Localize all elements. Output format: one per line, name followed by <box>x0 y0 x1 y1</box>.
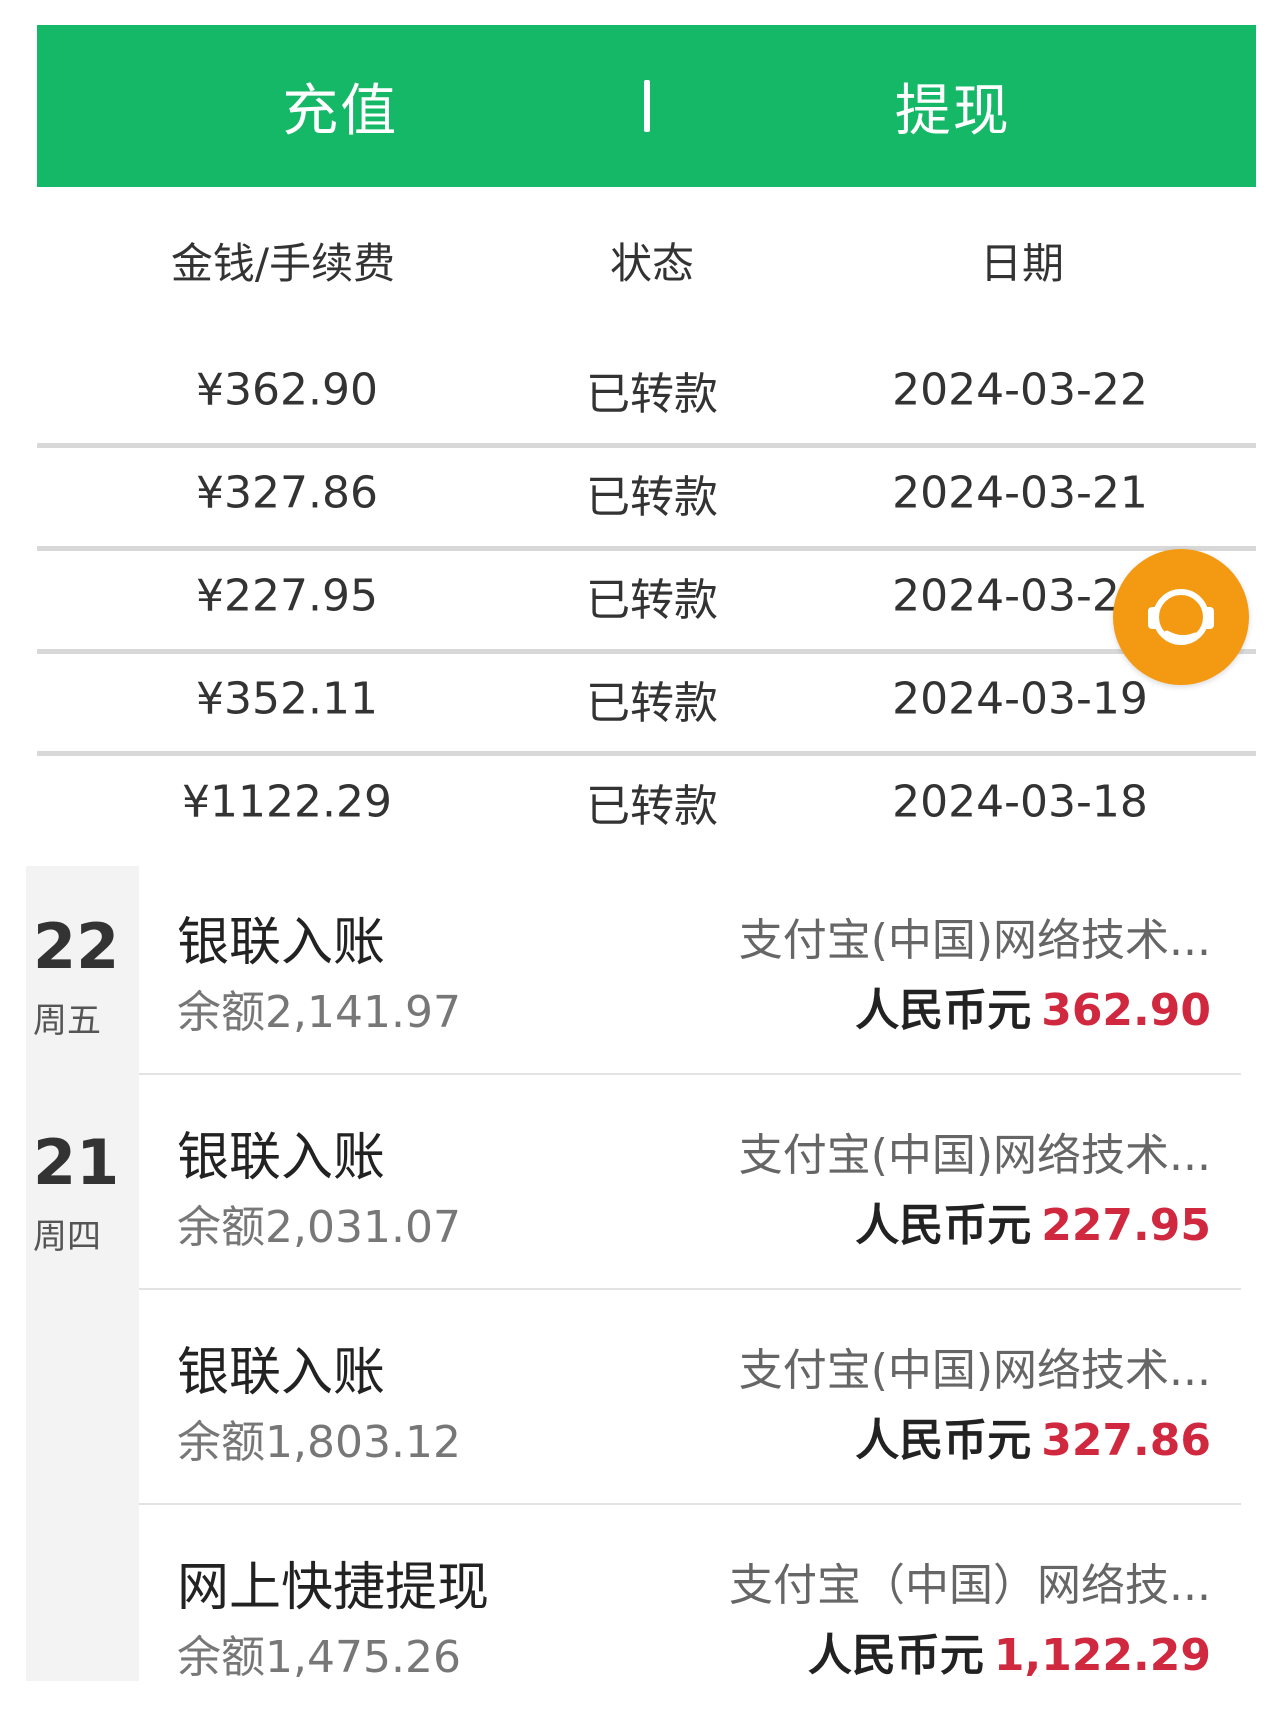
column-header-status: 状态 <box>609 239 695 288</box>
withdrawal-table-header: 金钱/手续费 状态 日期 <box>0 230 1280 300</box>
table-row[interactable]: ¥362.90 已转款 2024-03-22 <box>0 340 1280 440</box>
transaction-value: 327.86 <box>1041 1415 1211 1466</box>
withdrawal-date: 2024-03-18 <box>892 776 1148 828</box>
transaction-currency: 人民币元 <box>855 1200 1032 1251</box>
transaction-currency: 人民币元 <box>855 1415 1032 1466</box>
withdrawal-status: 已转款 <box>586 781 718 832</box>
column-header-date: 日期 <box>979 239 1065 288</box>
transaction-amount: 人民币元 1,122.29 <box>808 1619 1211 1683</box>
transaction-balance: 余额1,803.12 <box>177 1417 461 1468</box>
tab-recharge[interactable]: 充值 <box>37 66 644 147</box>
date-day: 21 <box>33 1126 120 1199</box>
transaction-balance: 余额1,475.26 <box>177 1632 461 1683</box>
transaction-merchant: 支付宝(中国)网络技术... <box>738 1130 1211 1181</box>
customer-service-button[interactable] <box>1113 549 1249 685</box>
withdrawal-status: 已转款 <box>586 472 718 523</box>
tab-bar: 充值 提现 <box>37 25 1256 187</box>
transaction-merchant: 支付宝(中国)网络技术... <box>738 1345 1211 1396</box>
transaction-title: 银联入账 <box>177 1128 386 1188</box>
tab-withdraw[interactable]: 提现 <box>650 66 1257 147</box>
transaction-value: 1,122.29 <box>993 1630 1211 1681</box>
transaction-balance: 余额2,141.97 <box>177 987 461 1038</box>
transaction-title: 银联入账 <box>177 913 386 973</box>
transaction-amount: 人民币元 362.90 <box>855 974 1211 1038</box>
withdrawal-status: 已转款 <box>586 678 718 729</box>
list-item[interactable]: 银联入账 余额2,031.07 支付宝(中国)网络技术... 人民币元 227.9… <box>139 1075 1241 1290</box>
withdrawal-status: 已转款 <box>586 575 718 626</box>
transaction-merchant: 支付宝(中国)网络技术... <box>738 915 1211 966</box>
table-row[interactable]: ¥227.95 已转款 2024-03-20 <box>0 546 1280 646</box>
withdrawal-date: 2024-03-21 <box>892 467 1148 519</box>
date-weekday: 周五 <box>33 1001 101 1041</box>
transaction-merchant: 支付宝（中国）网络技... <box>729 1560 1211 1611</box>
transaction-title: 银联入账 <box>177 1343 386 1403</box>
transaction-value: 227.95 <box>1041 1200 1211 1251</box>
date-day: 22 <box>33 910 120 983</box>
list-item[interactable]: 银联入账 余额1,803.12 支付宝(中国)网络技术... 人民币元 327.8… <box>139 1290 1241 1505</box>
withdrawal-amount: ¥362.90 <box>196 364 378 416</box>
column-header-amount: 金钱/手续费 <box>170 239 396 288</box>
transaction-currency: 人民币元 <box>855 985 1032 1036</box>
withdrawal-amount: ¥327.86 <box>196 467 378 519</box>
withdrawal-amount: ¥1122.29 <box>182 776 392 828</box>
transaction-amount: 人民币元 227.95 <box>855 1189 1211 1253</box>
table-row[interactable]: ¥1122.29 已转款 2024-03-18 <box>0 752 1280 852</box>
transaction-currency: 人民币元 <box>807 1630 984 1681</box>
withdrawal-date: 2024-03-22 <box>892 364 1148 416</box>
date-strip <box>26 866 139 1681</box>
transaction-title: 网上快捷提现 <box>177 1558 490 1618</box>
withdrawal-status: 已转款 <box>586 369 718 420</box>
transaction-value: 362.90 <box>1041 985 1211 1036</box>
withdrawal-amount: ¥352.11 <box>196 673 378 725</box>
table-row[interactable]: ¥327.86 已转款 2024-03-21 <box>0 443 1280 543</box>
transaction-balance: 余额2,031.07 <box>177 1202 461 1253</box>
transaction-amount: 人民币元 327.86 <box>855 1404 1211 1468</box>
withdrawal-date: 2024-03-19 <box>892 673 1148 725</box>
list-item[interactable]: 银联入账 余额2,141.97 支付宝(中国)网络技术... 人民币元 362.9… <box>139 860 1241 1075</box>
table-row[interactable]: ¥352.11 已转款 2024-03-19 <box>0 649 1280 749</box>
list-item[interactable]: 网上快捷提现 余额1,475.26 支付宝（中国）网络技... 人民币元 1,12… <box>139 1505 1241 1720</box>
withdrawal-date: 2024-03-20 <box>892 570 1148 622</box>
withdrawal-amount: ¥227.95 <box>196 570 378 622</box>
date-weekday: 周四 <box>33 1217 101 1257</box>
